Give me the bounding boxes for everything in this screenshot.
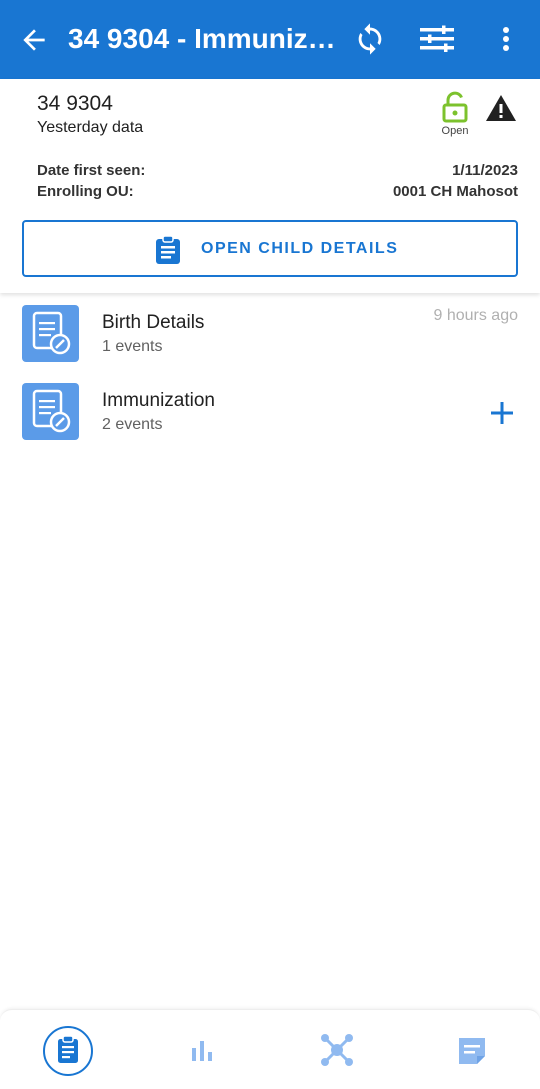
arrow-back-icon[interactable] [18,24,50,56]
tei-subtitle: Yesterday data [37,119,144,136]
nav-relationships[interactable] [312,1026,362,1076]
bar-chart-icon [192,1041,212,1061]
stage-item-immunization[interactable]: Immunization 2 events [0,383,540,461]
warning-icon[interactable] [484,93,518,123]
filter-icon[interactable] [418,22,456,56]
nav-analytics[interactable] [177,1026,227,1076]
date-first-seen-label: Date first seen: [37,162,146,179]
bottom-navigation [0,1009,540,1089]
enrolling-ou-value: 0001 CH Mahosot [392,183,518,200]
nav-details[interactable] [43,1026,93,1076]
page-title: 34 9304 - Immunization [68,23,340,54]
relationships-icon [321,1034,353,1066]
sync-icon[interactable] [353,22,387,56]
form-icon [32,389,71,433]
clipboard-icon [156,235,180,264]
stage-tile [22,383,79,440]
stage-event-count: 1 events [102,338,163,355]
open-child-details-button[interactable]: OPEN CHILD DETAILS [22,220,518,277]
stage-last-updated: 9 hours ago [433,307,518,324]
stage-item-birth-details[interactable]: Birth Details 1 events 9 hours ago [0,305,540,383]
open-child-details-label: OPEN CHILD DETAILS [201,240,399,257]
stage-tile [22,305,79,362]
add-icon[interactable] [488,399,516,427]
date-first-seen-value: 1/11/2023 [452,162,518,179]
tei-identifier: 34 9304 [37,92,113,115]
tei-summary-card: 34 9304 Yesterday data Open Date first s… [0,79,540,293]
nav-notes[interactable] [447,1026,497,1076]
stage-event-count: 2 events [102,416,163,433]
notes-icon [459,1038,485,1064]
app-bar: 34 9304 - Immunization [0,0,540,79]
more-vert-icon[interactable] [492,22,520,56]
enrolling-ou-label: Enrolling OU: [37,183,134,200]
clipboard-icon [58,1035,78,1063]
stage-name: Birth Details [102,312,205,333]
form-icon [32,311,71,355]
lock-open-icon[interactable] [440,91,470,123]
enrollment-status-label: Open [441,125,469,137]
stage-name: Immunization [102,390,215,411]
